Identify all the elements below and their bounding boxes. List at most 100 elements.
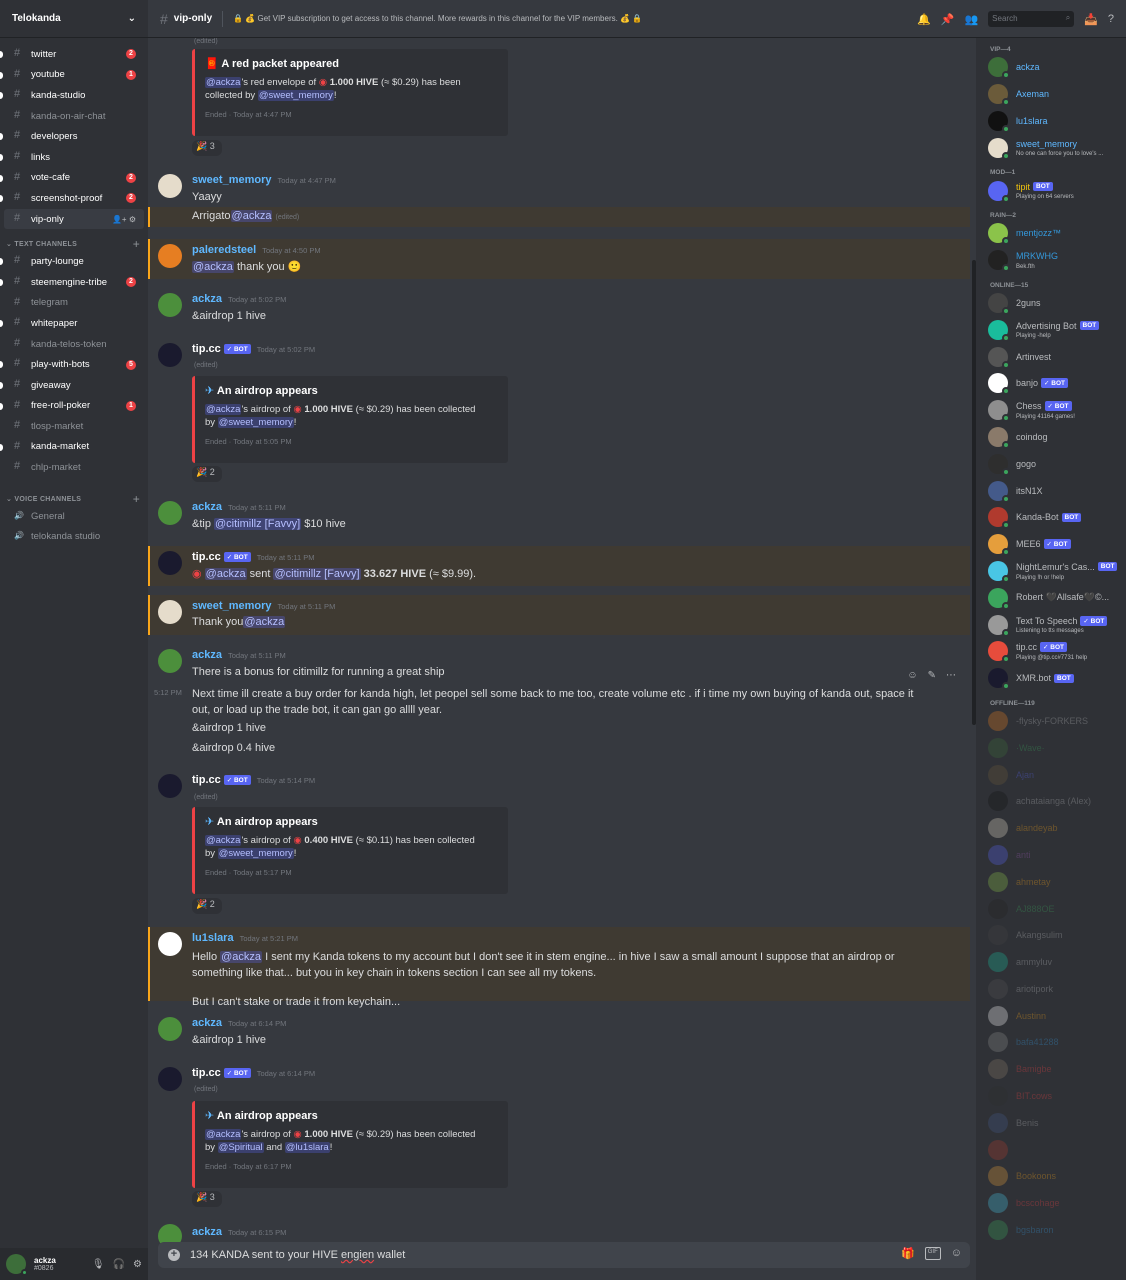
member-item[interactable]: anti [976, 842, 1126, 869]
channel-steemengine-tribe[interactable]: # steemengine-tribe 2 [0, 272, 144, 293]
member-item[interactable]: bafa41288 [976, 1029, 1126, 1056]
member-item[interactable]: Text To Speech ✓ BOT Listening to tts mess… [976, 611, 1126, 638]
search-input[interactable]: Search ⌕ [988, 11, 1075, 27]
gif-button[interactable]: GIF [924, 1247, 941, 1260]
author-name[interactable]: sweet_memory [192, 600, 272, 612]
author-name[interactable]: sweet_memory Today at 4:47 PM [192, 174, 336, 186]
members-icon[interactable]: 👥 [964, 13, 978, 26]
member-item[interactable]: tip.cc ✓ BOT Playing @tip.cc#7731 help [976, 638, 1126, 665]
channel-party-lounge[interactable]: # party-lounge [0, 251, 144, 272]
member-item[interactable]: banjo ✓ BOT [976, 370, 1126, 397]
avatar[interactable] [158, 343, 182, 367]
author-name[interactable]: ackza [192, 649, 222, 661]
mention[interactable]: @ackza [205, 77, 242, 88]
avatar[interactable] [158, 293, 182, 317]
channel-telegram[interactable]: # telegram [4, 293, 144, 314]
channel-kanda-studio[interactable]: # kanda-studio [0, 85, 144, 106]
gift-icon[interactable]: 🎁 [901, 1247, 915, 1260]
member-item[interactable]: BIT.cows [976, 1083, 1126, 1110]
member-item[interactable]: itsN1X [976, 477, 1126, 504]
channel-kanda-market[interactable]: # kanda-market [0, 437, 144, 458]
author-name[interactable]: ackza [192, 1226, 222, 1238]
member-item[interactable]: Chess ✓ BOT Playing 41164 games! [976, 397, 1126, 424]
reaction[interactable]: 🎉 3 [192, 140, 222, 156]
member-item[interactable]: Axeman [976, 81, 1126, 108]
member-item[interactable]: MEE6 ✓ BOT [976, 531, 1126, 558]
member-item[interactable]: alandeyab [976, 815, 1126, 842]
author-name[interactable]: tip.cc [192, 551, 221, 563]
channel-giveaway[interactable]: # giveaway [0, 375, 144, 396]
gear-icon[interactable]: ⚙ [129, 215, 136, 224]
channel-free-roll-poker[interactable]: # free-roll-poker 1 [0, 396, 144, 417]
channel-General[interactable]: 🔊 General [4, 506, 144, 527]
avatar[interactable] [158, 774, 182, 798]
avatar[interactable] [158, 932, 182, 956]
channel-twitter[interactable]: # twitter 2 [0, 44, 144, 65]
category-voice-channels[interactable]: ⌄ VOICE CHANNELS + [0, 484, 148, 506]
member-item[interactable]: ammyluv [976, 949, 1126, 976]
invite-icon[interactable]: 👤+ [112, 215, 127, 224]
channel-kanda-on-air-chat[interactable]: # kanda-on-air-chat [4, 106, 144, 127]
mention[interactable]: @citimillz [Favvy] [214, 518, 302, 530]
more-icon[interactable]: ⋯ [946, 670, 956, 681]
member-item[interactable]: Ajan [976, 761, 1126, 788]
member-item[interactable]: Artinvest [976, 343, 1126, 370]
member-item[interactable]: -flysky-FORKERS [976, 708, 1126, 735]
plus-icon[interactable]: + [133, 237, 140, 251]
reaction[interactable]: 🎉 3 [192, 1191, 222, 1207]
member-item[interactable]: bcscohage [976, 1190, 1126, 1217]
headphones-icon[interactable]: 🎧 [113, 1259, 125, 1270]
edit-icon[interactable]: ✎ [928, 670, 936, 681]
channel-screenshot-proof[interactable]: # screenshot-proof 2 [0, 188, 144, 209]
mention[interactable]: @ackza [205, 404, 242, 415]
avatar[interactable] [158, 551, 182, 575]
member-item[interactable]: achataianga (Alex) [976, 788, 1126, 815]
author-name[interactable]: ackza [192, 293, 222, 305]
member-item[interactable]: Austinn [976, 1002, 1126, 1029]
author-name[interactable]: lu1slara [192, 932, 234, 944]
member-item[interactable]: ahmetay [976, 868, 1126, 895]
member-item[interactable]: gogo [976, 450, 1126, 477]
microphone-icon[interactable]: 🎙 [92, 1259, 105, 1270]
member-item[interactable]: Advertising Bot BOT Playing -help [976, 316, 1126, 343]
pin-icon[interactable]: 📌 [941, 13, 955, 26]
mention[interactable]: @sweet_memory [217, 417, 294, 428]
avatar[interactable] [158, 1067, 182, 1091]
emoji-icon[interactable]: ☺ [951, 1247, 962, 1260]
category-text-channels[interactable]: ⌄ TEXT CHANNELS + [0, 229, 148, 251]
avatar[interactable] [6, 1254, 28, 1276]
bell-icon[interactable]: 🔔 [917, 13, 931, 26]
mention[interactable]: @Spiritual [217, 1142, 264, 1153]
channel-tlosp-market[interactable]: # tlosp-market [4, 416, 144, 437]
member-item[interactable]: Robert 🖤Allsafe🖤©... [976, 584, 1126, 611]
add-attachment-icon[interactable]: + [168, 1249, 180, 1261]
member-item[interactable]: XMR.bot BOT [976, 665, 1126, 692]
member-item[interactable]: tipit BOT Playing on 64 servers [976, 177, 1126, 204]
member-item[interactable]: coindog [976, 424, 1126, 451]
member-item[interactable]: NightLemur's Cas... BOT Playing !h or !hel… [976, 558, 1126, 585]
mention[interactable]: @sweet_memory [217, 848, 294, 859]
author-name[interactable]: tip.cc [192, 774, 221, 786]
add-reaction-icon[interactable]: ☺ [907, 670, 917, 681]
chevron-down-icon[interactable]: ⌄ [128, 13, 136, 24]
member-item[interactable] [976, 1136, 1126, 1163]
mention[interactable]: @ackza [243, 616, 286, 628]
channel-vip-only[interactable]: # vip-only 👤+ ⚙ [4, 208, 144, 230]
member-item[interactable]: mentjozz™ [976, 220, 1126, 247]
member-item[interactable]: Kanda-Bot BOT [976, 504, 1126, 531]
gear-icon[interactable]: ⚙ [133, 1259, 142, 1270]
message-input[interactable]: + 134 KANDA sent to your HIVE engien wal… [158, 1242, 970, 1268]
mention[interactable]: @ackza [220, 951, 263, 963]
server-header[interactable]: Telokanda ⌄ [0, 0, 148, 38]
author-name[interactable]: ackza [192, 501, 222, 513]
member-item[interactable]: Benis [976, 1109, 1126, 1136]
member-item[interactable]: MRKWHG Bek.fth [976, 247, 1126, 274]
author-name[interactable]: tip.cc [192, 1067, 221, 1079]
channel-kanda-telos-token[interactable]: # kanda-telos-token [4, 334, 144, 355]
mention[interactable]: @ackza [230, 210, 273, 222]
mention[interactable]: @ackza [205, 835, 242, 846]
avatar[interactable] [158, 1017, 182, 1041]
channel-whitepaper[interactable]: # whitepaper [0, 313, 144, 334]
avatar[interactable] [158, 174, 182, 198]
author-name[interactable]: ackza [192, 1017, 222, 1029]
